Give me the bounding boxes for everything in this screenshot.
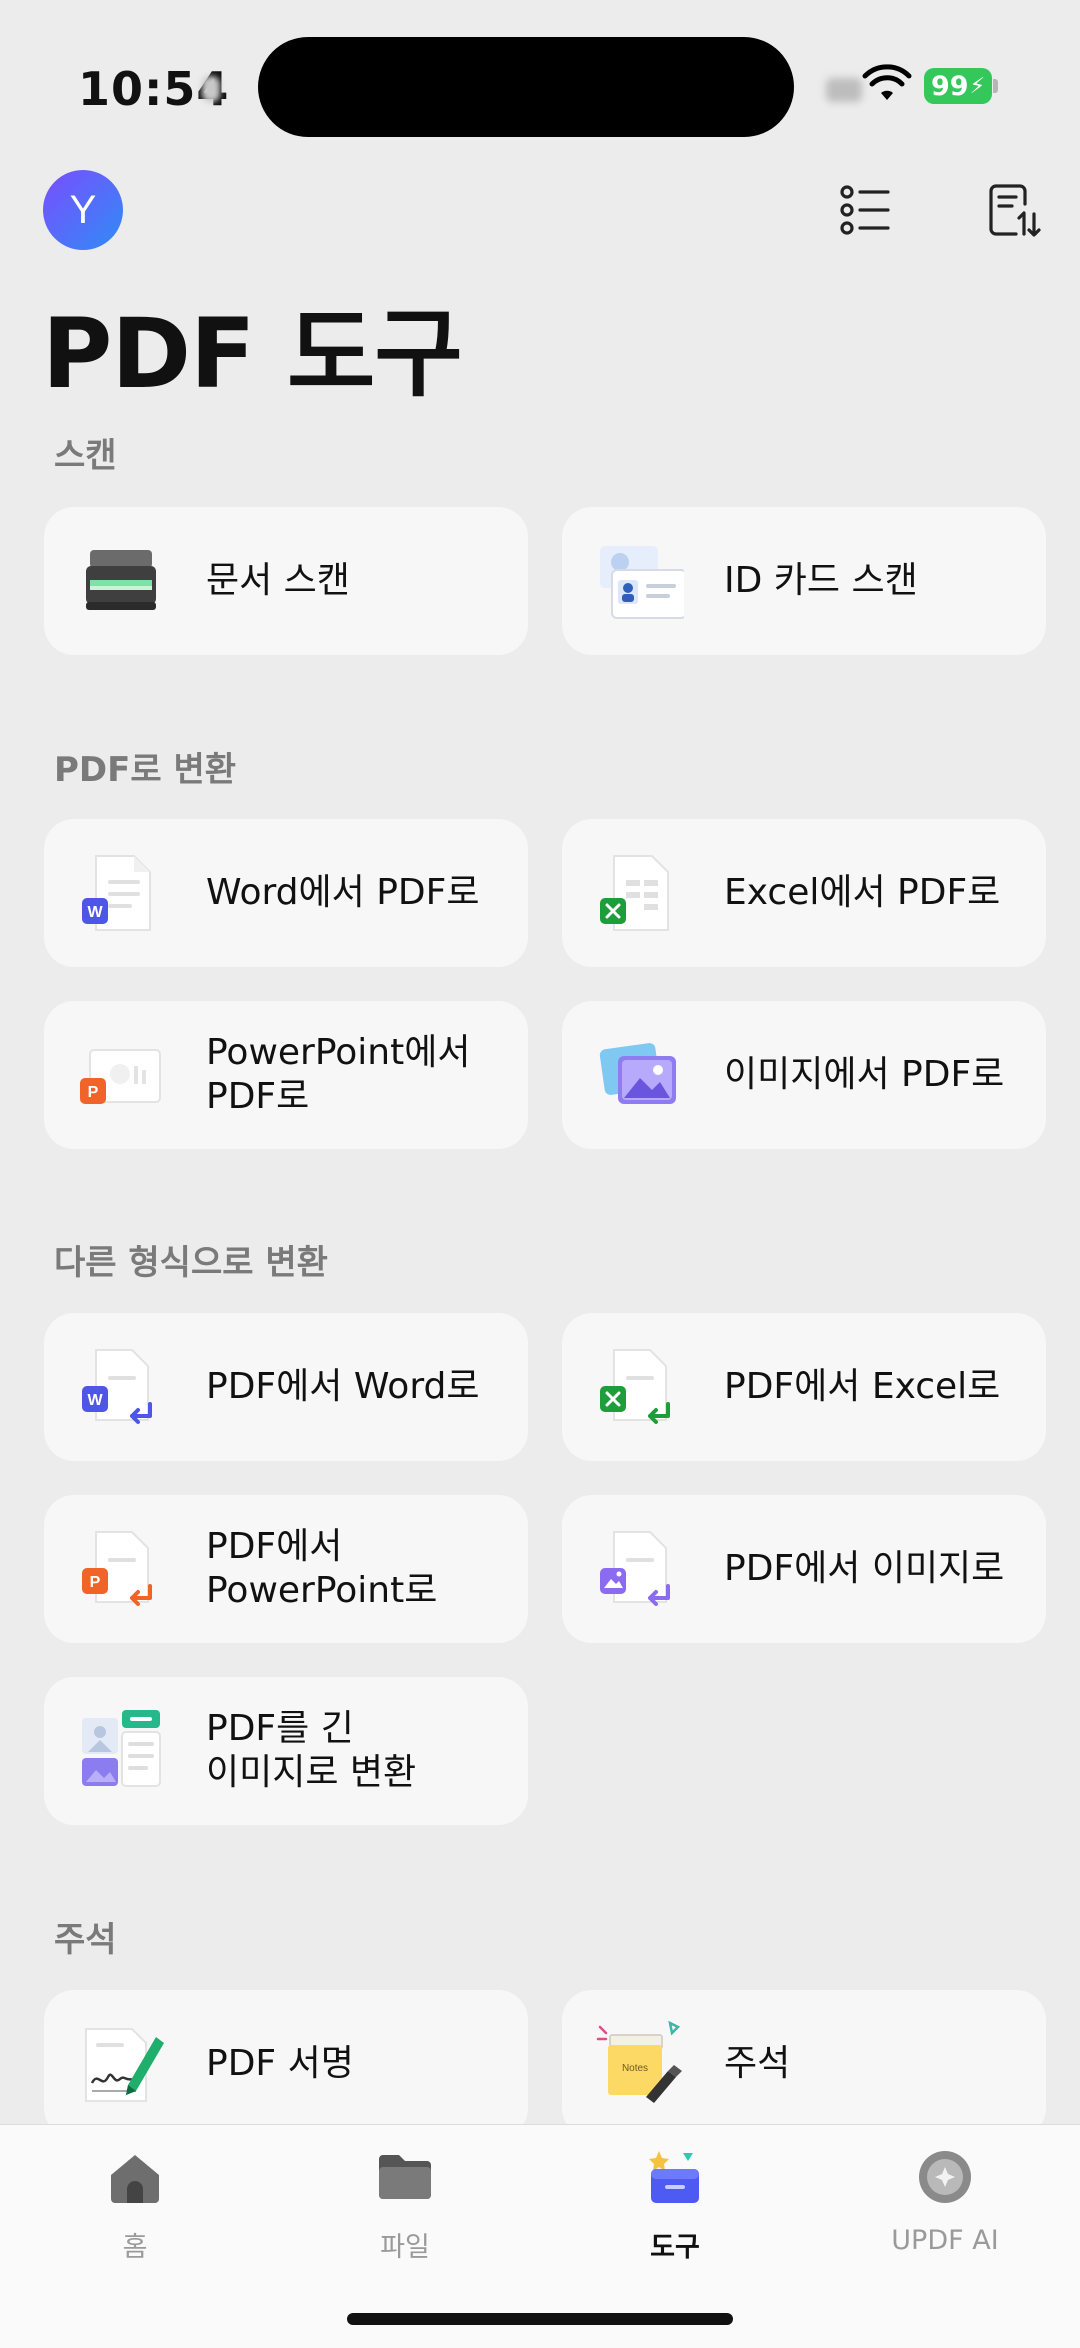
signature-icon	[85, 2028, 164, 2102]
wifi-icon	[862, 64, 912, 100]
status-blur	[202, 76, 220, 102]
tool-label: PDF에서 이미지로	[724, 1548, 1005, 1590]
tab-label: UPDF AI	[891, 2225, 999, 2256]
images-icon	[599, 1043, 676, 1104]
tool-id-card-scan[interactable]: ID 카드 스캔	[562, 507, 1046, 655]
page-title: PDF 도구	[42, 298, 463, 410]
tool-pdf-to-excel[interactable]: PDF에서 Excel로	[562, 1313, 1046, 1461]
tab-label: 도구	[650, 2232, 700, 2263]
svg-text:Notes: Notes	[622, 2063, 648, 2074]
avatar-letter: Y	[69, 187, 97, 232]
powerpoint-doc-icon: P	[80, 1049, 161, 1104]
tool-label: Word에서 PDF로	[206, 872, 480, 914]
tool-pdf-to-long-image[interactable]: PDF를 긴 이미지로 변환	[44, 1677, 528, 1825]
tool-word-to-pdf[interactable]: W Word에서 PDF로	[44, 819, 528, 967]
section-title-annotation: 주석	[54, 1920, 117, 1960]
avatar[interactable]: Y	[43, 170, 123, 250]
list-view-icon[interactable]	[838, 182, 894, 238]
tool-annotation[interactable]: Notes 주석	[562, 1990, 1046, 2138]
section-title-scan: 스캔	[54, 436, 117, 476]
tool-label: PDF에서 PowerPoint로	[206, 1526, 438, 1611]
tab-files[interactable]: 파일	[305, 2147, 505, 2264]
ai-icon	[919, 2151, 971, 2203]
tools-icon	[649, 2151, 699, 2203]
battery-cap	[993, 79, 998, 93]
tool-document-scan[interactable]: 문서 스캔	[44, 507, 528, 655]
tab-bar: 홈 파일 도구 UPDF AI	[0, 2124, 1080, 2348]
svg-text:W: W	[87, 1392, 103, 1409]
svg-text:P: P	[88, 1084, 99, 1101]
tool-label: 주석	[724, 2043, 791, 2085]
long-image-icon	[82, 1710, 161, 1787]
battery-icon: 99 ⚡	[924, 68, 992, 104]
charging-icon: ⚡	[969, 73, 986, 99]
scanner-icon	[86, 550, 156, 610]
id-card-icon	[600, 546, 684, 619]
tab-home[interactable]: 홈	[35, 2147, 235, 2264]
home-icon	[111, 2155, 159, 2203]
tool-label: PDF에서 Word로	[206, 1366, 480, 1408]
excel-doc-icon	[600, 855, 669, 931]
tool-label: 이미지에서 PDF로	[724, 1054, 1005, 1096]
pdf-to-excel-icon	[600, 1349, 670, 1424]
tool-pdf-to-powerpoint[interactable]: P PDF에서 PowerPoint로	[44, 1495, 528, 1643]
status-bar: 10:54 99 ⚡	[0, 0, 1080, 160]
sticky-note-icon: Notes	[596, 2020, 682, 2103]
tool-label: PowerPoint에서 PDF로	[206, 1032, 471, 1117]
cellular-signal-icon	[826, 78, 862, 102]
tool-label: 문서 스캔	[206, 560, 350, 602]
folder-icon	[379, 2155, 431, 2199]
dynamic-island	[258, 37, 794, 137]
tab-tools[interactable]: 도구	[575, 2147, 775, 2264]
sort-document-icon[interactable]	[986, 182, 1042, 238]
tool-label: ID 카드 스캔	[724, 560, 918, 602]
section-title-convert-to-pdf: PDF로 변환	[54, 750, 237, 790]
pdf-to-powerpoint-icon: P	[82, 1531, 152, 1606]
word-doc-icon: W	[82, 855, 151, 931]
pdf-to-word-icon: W	[82, 1349, 152, 1424]
battery-level: 99	[930, 70, 969, 102]
tool-image-to-pdf[interactable]: 이미지에서 PDF로	[562, 1001, 1046, 1149]
svg-text:P: P	[90, 1574, 101, 1591]
tool-label: PDF를 긴 이미지로 변환	[206, 1708, 417, 1793]
section-title-convert-from-pdf: 다른 형식으로 변환	[54, 1243, 328, 1283]
tool-excel-to-pdf[interactable]: Excel에서 PDF로	[562, 819, 1046, 967]
tool-label: PDF 서명	[206, 2043, 354, 2085]
tool-label: PDF에서 Excel로	[724, 1366, 1001, 1408]
tool-powerpoint-to-pdf[interactable]: P PowerPoint에서 PDF로	[44, 1001, 528, 1149]
tool-pdf-to-image[interactable]: PDF에서 이미지로	[562, 1495, 1046, 1643]
home-indicator	[347, 2313, 733, 2325]
tab-updf-ai[interactable]: UPDF AI	[845, 2147, 1045, 2256]
tab-label: 홈	[122, 2232, 148, 2263]
tool-pdf-signature[interactable]: PDF 서명	[44, 1990, 528, 2138]
tool-label: Excel에서 PDF로	[724, 872, 1001, 914]
tool-pdf-to-word[interactable]: W PDF에서 Word로	[44, 1313, 528, 1461]
svg-text:W: W	[87, 904, 103, 921]
tab-label: 파일	[380, 2232, 430, 2263]
pdf-to-image-icon	[600, 1531, 670, 1606]
